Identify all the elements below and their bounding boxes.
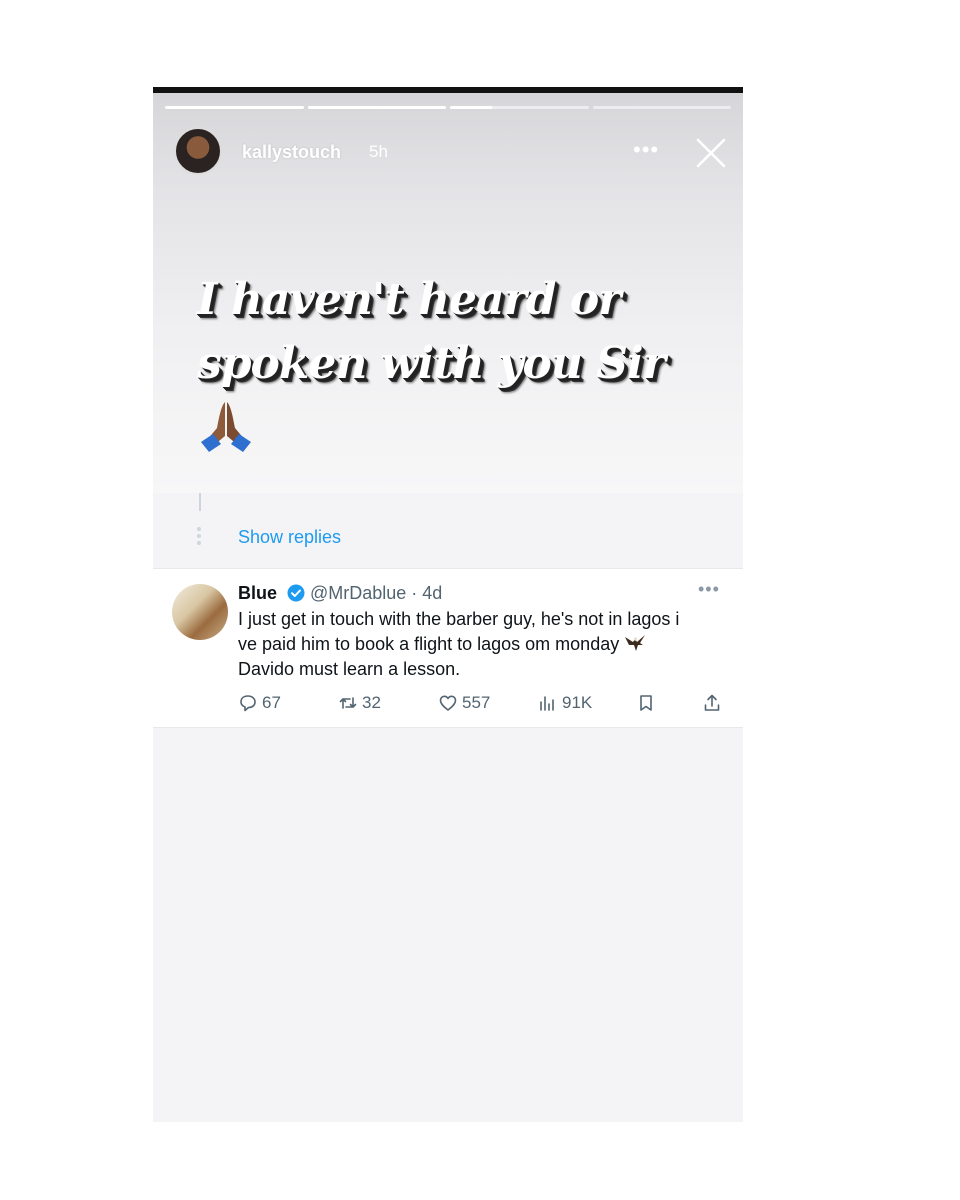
divider: [153, 727, 743, 728]
share-button[interactable]: [702, 693, 722, 713]
story-timestamp: 5h: [369, 142, 388, 161]
verified-badge-icon: [287, 584, 305, 602]
like-button[interactable]: 557: [438, 693, 490, 713]
story-progress-bar: [165, 106, 731, 109]
retweet-count: 32: [362, 693, 381, 712]
close-icon[interactable]: [695, 137, 727, 169]
story-progress-fill: [165, 106, 304, 109]
story-progress-segment-2: [307, 106, 446, 109]
story-progress-segment-4: [592, 106, 731, 109]
tweet-text-line-3: Davido must learn a lesson.: [238, 659, 461, 679]
empty-area: [153, 743, 743, 1122]
story-text: I haven't heard or spoken with you Sir: [197, 268, 717, 396]
story-viewer: kallystouch 5h ••• I haven't heard or sp…: [153, 87, 743, 1122]
bookmark-button[interactable]: [636, 693, 656, 713]
views-icon: [540, 696, 554, 711]
like-count: 557: [462, 693, 491, 712]
show-replies-link[interactable]: Show replies: [238, 527, 341, 548]
story-progress-fill: [307, 106, 446, 109]
tweet-text-line-2: ve paid him to book a flight to lagos om…: [238, 634, 620, 654]
reply-icon: [240, 695, 256, 712]
tweet-text: I just get in touch with the barber guy,…: [238, 607, 728, 682]
eagle-emoji-icon: [625, 635, 646, 651]
story-text-line-2: spoken with you Sir: [197, 338, 666, 389]
views-count: 91K: [562, 693, 593, 712]
tweet-text-line-1: I just get in touch with the barber guy,…: [238, 609, 680, 629]
bookmark-icon: [640, 695, 652, 711]
share-icon: [704, 694, 720, 711]
thread-dots-icon: [197, 527, 203, 548]
tweet-handle-and-time[interactable]: @MrDablue · 4d: [310, 583, 442, 604]
story-progress-fill: [450, 106, 492, 109]
story-username[interactable]: kallystouch: [242, 142, 341, 163]
story-progress-segment-1: [165, 106, 304, 109]
more-options-icon[interactable]: •••: [633, 137, 659, 163]
reply-count: 67: [262, 693, 281, 712]
thread-connector-line: [199, 493, 201, 511]
story-progress-segment-3: [450, 106, 589, 109]
folded-hands-emoji-icon: [201, 402, 251, 452]
views-button[interactable]: 91K: [538, 693, 592, 713]
tweet-author-name[interactable]: Blue: [238, 583, 277, 604]
retweet-button[interactable]: 32: [338, 693, 381, 713]
retweet-icon: [339, 697, 357, 709]
tweet-more-icon[interactable]: •••: [698, 579, 720, 600]
tweet-actions: 67 32 557 91K: [238, 693, 728, 717]
heart-icon: [439, 695, 457, 711]
story-avatar[interactable]: [174, 127, 222, 175]
tweet-avatar[interactable]: [172, 584, 228, 640]
tweet[interactable]: Blue @MrDablue · 4d ••• I just get in to…: [153, 569, 743, 727]
story-card[interactable]: kallystouch 5h ••• I haven't heard or sp…: [153, 93, 743, 493]
reply-button[interactable]: 67: [238, 693, 281, 713]
story-text-line-1: I haven't heard or: [197, 274, 621, 325]
